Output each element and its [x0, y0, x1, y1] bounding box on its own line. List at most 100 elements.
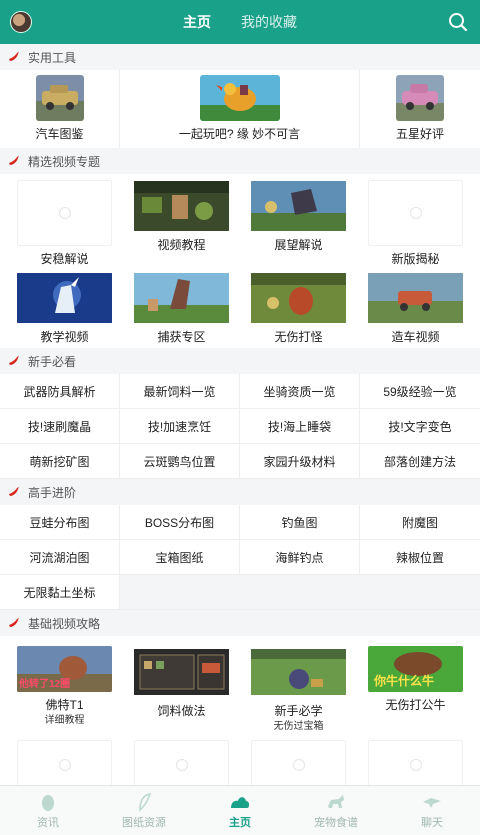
section-title: 精选视频专题 [28, 154, 101, 169]
video-card[interactable]: 新手必学 无伤过宝箱 [240, 646, 357, 732]
search-icon[interactable] [448, 12, 468, 32]
section-header-tools: 实用工具 [0, 44, 480, 70]
video-thumbnail: 他转了12圈 [17, 646, 112, 692]
video-label: 佛特T1 [45, 698, 84, 712]
section-title: 新手必看 [28, 354, 77, 369]
video-card[interactable] [123, 740, 240, 785]
video-label: 无伤打公牛 [385, 698, 446, 712]
video-sub-label: 详细教程 [44, 715, 85, 726]
guide-link[interactable]: 技!海上睡袋 [240, 409, 360, 444]
chili-pepper-icon [9, 356, 19, 365]
video-thumbnail [134, 649, 229, 695]
placeholder-icon [292, 759, 305, 771]
guide-link[interactable]: 坐骑资质一览 [240, 374, 360, 409]
guide-link[interactable]: 辣椒位置 [360, 540, 480, 575]
bottom-navigation: 资讯 图纸资源 主页 宠物食谱 聊天 [0, 785, 480, 835]
guide-link[interactable]: 钓鱼图 [240, 505, 360, 540]
video-label: 饲料做法 [157, 704, 206, 718]
section-title: 高手进阶 [28, 485, 77, 500]
guide-link[interactable]: 最新饲料一览 [120, 374, 240, 409]
video-card[interactable]: 你牛什么牛 无伤打公牛 [357, 646, 474, 732]
video-card[interactable]: 展望解说 [240, 180, 357, 264]
placeholder-icon [409, 207, 422, 219]
advanced-link-grid: 豆蛙分布图 BOSS分布图 钓鱼图 附魔图 河流湖泊图 宝箱图纸 海鲜钓点 辣椒… [0, 505, 480, 610]
video-thumbnail-placeholder [17, 740, 112, 785]
video-thumbnail-placeholder [368, 740, 463, 785]
tool-label: 一起玩吧? 缘 妙不可言 [178, 127, 301, 141]
guide-link[interactable]: 武器防具解析 [0, 374, 120, 409]
nav-label: 聊天 [421, 816, 443, 829]
video-thumbnail-placeholder [17, 180, 112, 246]
pet-icon [328, 794, 344, 808]
guide-link[interactable]: 海鲜钓点 [240, 540, 360, 575]
video-card[interactable]: 教学视频 [6, 272, 123, 344]
empty-cell [120, 575, 240, 610]
bush-home-icon [231, 796, 250, 808]
guide-link[interactable]: 59级经验一览 [360, 374, 480, 409]
guide-link[interactable]: 萌新挖矿图 [0, 444, 120, 479]
empty-cell [360, 575, 480, 610]
nav-label: 图纸资源 [122, 816, 166, 829]
tool-label: 汽车图鉴 [35, 127, 84, 141]
video-thumbnail [17, 273, 112, 323]
feather-icon [139, 792, 152, 812]
video-card[interactable]: 安稳解说 [6, 180, 123, 266]
video-thumbnail: 你牛什么牛 [368, 646, 463, 692]
guide-link[interactable]: 家园升级材料 [240, 444, 360, 479]
video-label: 新版揭秘 [391, 252, 440, 266]
guide-link[interactable]: 技!加速烹饪 [120, 409, 240, 444]
guide-link[interactable]: 宝箱图纸 [120, 540, 240, 575]
tab-favorites[interactable]: 我的收藏 [241, 0, 297, 44]
guide-link[interactable]: 部落创建方法 [360, 444, 480, 479]
chili-pepper-icon [9, 52, 19, 61]
guide-link[interactable]: 技!文字变色 [360, 409, 480, 444]
video-card[interactable]: 造车视频 [357, 272, 474, 344]
guide-link[interactable]: 技!速刷魔晶 [0, 409, 120, 444]
tool-five-star-review[interactable]: 五星好评 [360, 70, 480, 148]
guide-link[interactable]: 云斑鹦鸟位置 [120, 444, 240, 479]
nav-blueprints[interactable]: 图纸资源 [96, 786, 192, 835]
video-sub-label: 无伤过宝箱 [273, 721, 324, 732]
nav-home[interactable]: 主页 [192, 786, 288, 835]
nav-chat[interactable]: 聊天 [384, 786, 480, 835]
section-title: 基础视频攻略 [28, 616, 101, 631]
guide-link[interactable]: 河流湖泊图 [0, 540, 120, 575]
video-card[interactable]: 视频教程 [123, 180, 240, 264]
video-card[interactable]: 他转了12圈 佛特T1 详细教程 [6, 646, 123, 732]
nav-label: 主页 [229, 816, 251, 829]
chili-pepper-icon [9, 487, 19, 496]
video-card[interactable]: 捕获专区 [123, 272, 240, 344]
section-header-featured: 精选视频专题 [0, 148, 480, 174]
guide-link[interactable]: 豆蛙分布图 [0, 505, 120, 540]
empty-cell [240, 575, 360, 610]
basic-video-grid: 他转了12圈 佛特T1 详细教程 饲料做法 新手必学 无伤过宝箱 你牛什么牛 无… [0, 636, 480, 785]
section-title: 实用工具 [28, 50, 77, 65]
video-card[interactable]: 新版揭秘 [357, 180, 474, 266]
top-bar: 主页 我的收藏 [0, 0, 480, 44]
video-label: 教学视频 [40, 330, 89, 344]
tab-home[interactable]: 主页 [183, 0, 211, 44]
guide-link[interactable]: 附魔图 [360, 505, 480, 540]
video-card[interactable]: 饲料做法 [123, 646, 240, 732]
tool-car-catalog[interactable]: 汽车图鉴 [0, 70, 120, 148]
guide-link[interactable]: BOSS分布图 [120, 505, 240, 540]
video-card[interactable] [240, 740, 357, 785]
bird-rider-thumbnail [199, 75, 280, 121]
nav-news[interactable]: 资讯 [0, 786, 96, 835]
tool-play-together[interactable]: 一起玩吧? 缘 妙不可言 [120, 70, 360, 148]
video-label: 造车视频 [391, 330, 440, 344]
video-card[interactable] [357, 740, 474, 785]
nav-label: 宠物食谱 [314, 816, 358, 829]
car-thumbnail [35, 75, 84, 121]
guide-link[interactable]: 无限黏土坐标 [0, 575, 120, 610]
video-card[interactable]: 无伤打怪 [240, 272, 357, 344]
header-tabs: 主页 我的收藏 [0, 0, 480, 44]
nav-pet-recipes[interactable]: 宠物食谱 [288, 786, 384, 835]
placeholder-icon [58, 759, 71, 771]
video-thumbnail [251, 273, 346, 323]
video-thumbnail [251, 649, 346, 695]
section-header-newbie: 新手必看 [0, 348, 480, 374]
main-content[interactable]: 实用工具 汽车图鉴 一起玩吧? 缘 妙不可言 五星好评 精选视频专题 安稳解说 … [0, 44, 480, 785]
video-card[interactable] [6, 740, 123, 785]
video-label: 新手必学 [274, 704, 323, 718]
